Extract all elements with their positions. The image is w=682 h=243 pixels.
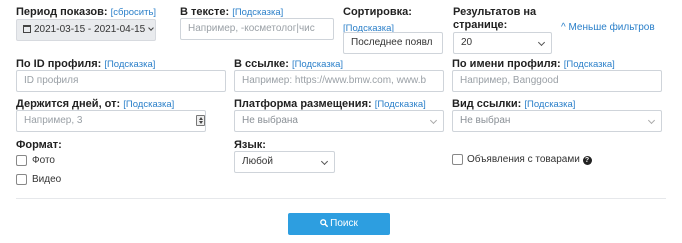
period-value: 2021-03-15 - 2021-04-15	[34, 24, 146, 35]
days-number-input[interactable]: Например, 3	[16, 110, 206, 132]
profile-id-label-text: По ID профиля:	[16, 58, 102, 70]
platform-label-text: Платформа размещения:	[234, 98, 372, 110]
days-hint-link[interactable]: [Подсказка]	[123, 99, 174, 110]
period-picker-button[interactable]: 2021-03-15 - 2021-04-15	[16, 19, 156, 41]
results-per-page-value: 20	[461, 37, 473, 48]
days-stepper[interactable]	[196, 115, 205, 126]
link-hint-link[interactable]: [Подсказка]	[292, 59, 343, 70]
chevron-down-icon	[429, 116, 438, 125]
search-icon	[320, 219, 329, 227]
period-label: Период показов: [сбросить]	[16, 6, 156, 19]
chevron-down-icon	[320, 157, 329, 166]
caret-down-icon	[148, 25, 155, 31]
product-ads-option[interactable]: Объявления с товарами ?	[467, 154, 592, 166]
format-photo-checkbox[interactable]	[16, 155, 27, 166]
stepper-down-icon	[199, 121, 203, 124]
sort-select-value: Последнее появл	[351, 37, 433, 48]
text-label-text: В тексте:	[180, 6, 230, 18]
stepper-up-icon	[199, 117, 203, 120]
link-input[interactable]: Например: https://www.bmw.com, www.b	[234, 70, 444, 92]
link-type-label-text: Вид ссылки:	[452, 98, 522, 110]
link-type-select-value: Не выбран	[460, 115, 511, 126]
link-label-text: В ссылке:	[234, 58, 289, 70]
results-label-line2: странице:	[453, 19, 508, 31]
profile-name-input[interactable]: Например, Banggood	[452, 70, 662, 92]
format-video-label[interactable]: Видео	[32, 174, 61, 186]
profile-name-label-text: По имени профиля:	[452, 58, 561, 70]
question-circle-icon[interactable]: ?	[582, 156, 592, 165]
sort-label-text: Сортировка:	[343, 6, 412, 18]
search-button[interactable]: Поиск	[288, 213, 390, 235]
sort-select[interactable]: Последнее появл	[343, 32, 443, 54]
text-hint-link[interactable]: [Подсказка]	[232, 7, 283, 18]
less-filters-link[interactable]: ^ Меньше фильтров	[561, 22, 655, 33]
language-select-value: Любой	[242, 156, 273, 167]
results-label-line1: Результатов на	[453, 6, 537, 18]
platform-hint-link[interactable]: [Подсказка]	[375, 99, 426, 110]
format-video-checkbox[interactable]	[16, 174, 27, 185]
platform-select[interactable]: Не выбрана	[234, 110, 444, 132]
days-label-text: Держится дней, от:	[16, 98, 121, 110]
calendar-icon	[23, 25, 31, 33]
chevron-down-icon	[647, 116, 656, 125]
format-photo-label[interactable]: Фото	[32, 155, 55, 167]
text-search-input[interactable]: Например, -косметолог|чис	[180, 18, 334, 40]
period-reset-link[interactable]: [сбросить]	[111, 7, 156, 18]
divider	[16, 198, 666, 199]
period-label-text: Период показов:	[16, 6, 108, 18]
language-select[interactable]: Любой	[234, 151, 335, 173]
product-ads-label: Объявления с товарами	[467, 154, 580, 165]
search-button-label: Поиск	[330, 218, 358, 229]
chevron-down-icon	[537, 38, 546, 47]
product-ads-checkbox[interactable]	[452, 154, 463, 165]
results-per-page-select[interactable]: 20	[453, 32, 552, 54]
profile-name-hint-link[interactable]: [Подсказка]	[564, 59, 615, 70]
profile-id-input[interactable]: ID профиля	[16, 70, 226, 92]
link-type-select[interactable]: Не выбран	[452, 110, 662, 132]
profile-id-hint-link[interactable]: [Подсказка]	[104, 59, 155, 70]
platform-select-value: Не выбрана	[242, 115, 298, 126]
format-label: Формат:	[16, 139, 62, 151]
link-type-hint-link[interactable]: [Подсказка]	[524, 99, 575, 110]
